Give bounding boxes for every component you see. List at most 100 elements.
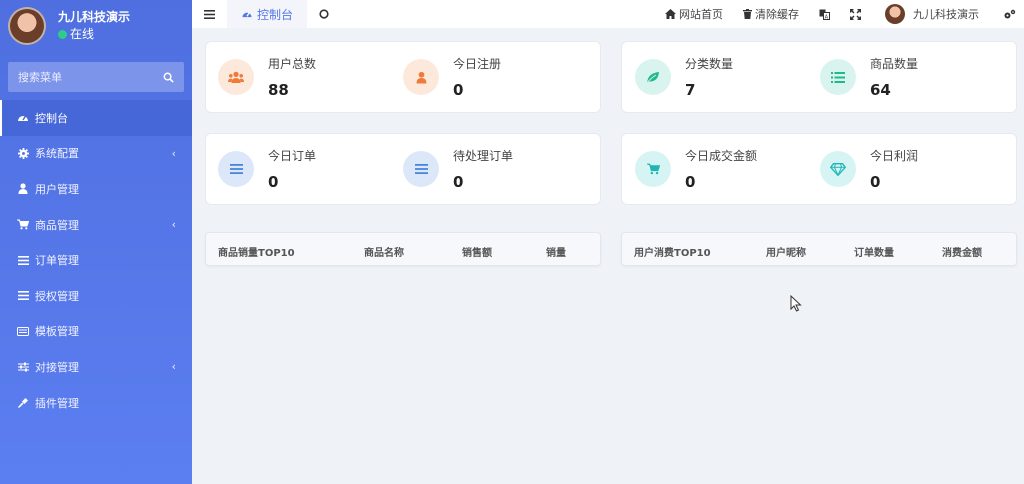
site-home-label: 网站首页 bbox=[679, 8, 723, 21]
translate-button[interactable]: A bbox=[809, 0, 840, 28]
fullscreen-button[interactable] bbox=[840, 0, 871, 28]
users-icon bbox=[218, 59, 254, 95]
sidebar-item-label: 系统配置 bbox=[35, 147, 79, 161]
user-name: 九儿科技演示 bbox=[58, 10, 131, 24]
table-header: 商品名称 bbox=[364, 248, 404, 259]
tab-label: 控制台 bbox=[257, 7, 294, 22]
cart-icon bbox=[17, 219, 29, 231]
sidebar-item-label: 模板管理 bbox=[35, 325, 79, 339]
stat-label: 用户总数 bbox=[268, 57, 317, 71]
mouse-cursor-icon bbox=[790, 295, 802, 312]
stat-text: 商品数量 64 bbox=[870, 56, 918, 98]
user-icon bbox=[403, 59, 439, 95]
table-header: 销量 bbox=[546, 248, 566, 259]
refresh-button[interactable] bbox=[307, 0, 341, 28]
sidebar-item-label: 控制台 bbox=[35, 111, 68, 125]
user-info: 九儿科技演示 在线 bbox=[58, 9, 130, 43]
stat-text: 待处理订单 0 bbox=[453, 148, 513, 190]
user-status-label: 在线 bbox=[70, 27, 95, 41]
sidebar-menu: 控制台 系统配置 ‹ 用户管理 商品管理 ‹ 订单管理 授权管理 模板管理 对接… bbox=[0, 100, 192, 420]
keyboard-icon bbox=[17, 325, 29, 337]
stat-today-orders: 今日订单 0 bbox=[218, 148, 316, 190]
sidebar-item-label: 商品管理 bbox=[35, 218, 79, 232]
sidebar-item-templates[interactable]: 模板管理 bbox=[0, 314, 192, 350]
sidebar-search bbox=[8, 62, 184, 92]
list-icon bbox=[17, 290, 29, 302]
list-icon bbox=[17, 254, 29, 266]
stat-value: 0 bbox=[685, 173, 696, 191]
translate-icon: A bbox=[819, 9, 830, 20]
site-home-link[interactable]: 网站首页 bbox=[655, 0, 733, 28]
top-users-table: 用户消费TOP10 用户昵称 订单数量 消费金额 bbox=[621, 232, 1017, 266]
table-header: 销售额 bbox=[462, 248, 492, 259]
sidebar-item-plugins[interactable]: 插件管理 bbox=[0, 385, 192, 421]
stat-text: 用户总数 88 bbox=[268, 56, 316, 98]
avatar bbox=[885, 4, 905, 24]
sliders-icon bbox=[17, 361, 29, 373]
stat-label: 今日利润 bbox=[870, 149, 919, 163]
settings-button[interactable] bbox=[989, 0, 1024, 28]
clear-cache-button[interactable]: 清除缓存 bbox=[733, 0, 809, 28]
stat-label: 今日注册 bbox=[453, 57, 502, 71]
table-header: 消费金额 bbox=[942, 248, 982, 259]
menu-toggle-button[interactable] bbox=[192, 0, 227, 28]
leaf-icon bbox=[635, 59, 671, 95]
expand-icon bbox=[850, 8, 861, 20]
online-dot-icon bbox=[58, 29, 67, 39]
sidebar-item-label: 对接管理 bbox=[35, 360, 79, 374]
hamburger-icon bbox=[204, 9, 215, 19]
user-icon bbox=[17, 183, 29, 195]
trash-icon bbox=[743, 9, 752, 19]
table-header: 用户昵称 bbox=[766, 248, 806, 259]
avatar[interactable] bbox=[8, 7, 46, 45]
stat-text: 今日注册 0 bbox=[453, 56, 501, 98]
stat-label: 分类数量 bbox=[685, 57, 734, 71]
sidebar-item-label: 用户管理 bbox=[35, 182, 79, 196]
stat-total-users: 用户总数 88 bbox=[218, 56, 316, 98]
stat-value: 88 bbox=[268, 81, 289, 99]
sidebar-item-integration[interactable]: 对接管理 ‹ bbox=[0, 349, 192, 385]
sidebar-item-dashboard[interactable]: 控制台 bbox=[0, 100, 192, 136]
top-products-table: 商品销量TOP10 商品名称 销售额 销量 bbox=[205, 232, 601, 266]
dashboard-icon bbox=[17, 112, 29, 124]
search-icon[interactable] bbox=[163, 72, 174, 83]
stat-value: 7 bbox=[685, 81, 696, 99]
sidebar-item-licenses[interactable]: 授权管理 bbox=[0, 278, 192, 314]
table-header: 用户消费TOP10 bbox=[634, 248, 711, 259]
stat-label: 今日订单 bbox=[268, 149, 317, 163]
sidebar-item-products[interactable]: 商品管理 ‹ bbox=[0, 207, 192, 243]
stat-value: 0 bbox=[453, 173, 464, 191]
sidebar-item-label: 授权管理 bbox=[35, 289, 79, 303]
stat-value: 0 bbox=[453, 81, 464, 99]
list-icon bbox=[218, 151, 254, 187]
stat-text: 分类数量 7 bbox=[685, 56, 733, 98]
svg-text:A: A bbox=[825, 14, 829, 20]
stat-product-count: 商品数量 64 bbox=[820, 56, 918, 98]
plug-icon bbox=[17, 397, 29, 409]
stat-text: 今日利润 0 bbox=[870, 148, 918, 190]
gear-icon bbox=[17, 147, 29, 159]
stat-label: 商品数量 bbox=[870, 57, 919, 71]
sidebar-item-users[interactable]: 用户管理 bbox=[0, 171, 192, 207]
user-menu[interactable]: 九儿科技演示 bbox=[871, 0, 989, 28]
home-icon bbox=[665, 9, 676, 19]
stat-today-profit: 今日利润 0 bbox=[820, 148, 918, 190]
stat-label: 今日成交金额 bbox=[685, 149, 758, 163]
chevron-left-icon: ‹ bbox=[171, 218, 176, 232]
stat-value: 0 bbox=[268, 173, 279, 191]
stat-pending-orders: 待处理订单 0 bbox=[403, 148, 513, 190]
sidebar-item-label: 订单管理 bbox=[35, 254, 79, 268]
sidebar-item-orders[interactable]: 订单管理 bbox=[0, 242, 192, 278]
stat-text: 今日成交金额 0 bbox=[685, 148, 757, 190]
chevron-left-icon: ‹ bbox=[171, 146, 176, 160]
stat-value: 64 bbox=[870, 81, 891, 99]
user-status: 在线 bbox=[58, 25, 130, 43]
user-panel: 九儿科技演示 在线 bbox=[0, 0, 192, 52]
dashboard-icon bbox=[242, 12, 252, 18]
search-input[interactable] bbox=[18, 70, 148, 84]
stat-text: 今日订单 0 bbox=[268, 148, 316, 190]
tab-dashboard[interactable]: 控制台 bbox=[227, 0, 308, 28]
sidebar-item-system-config[interactable]: 系统配置 ‹ bbox=[0, 136, 192, 172]
sidebar: 九儿科技演示 在线 控制台 系统配置 ‹ bbox=[0, 0, 192, 484]
circle-icon bbox=[319, 9, 329, 19]
